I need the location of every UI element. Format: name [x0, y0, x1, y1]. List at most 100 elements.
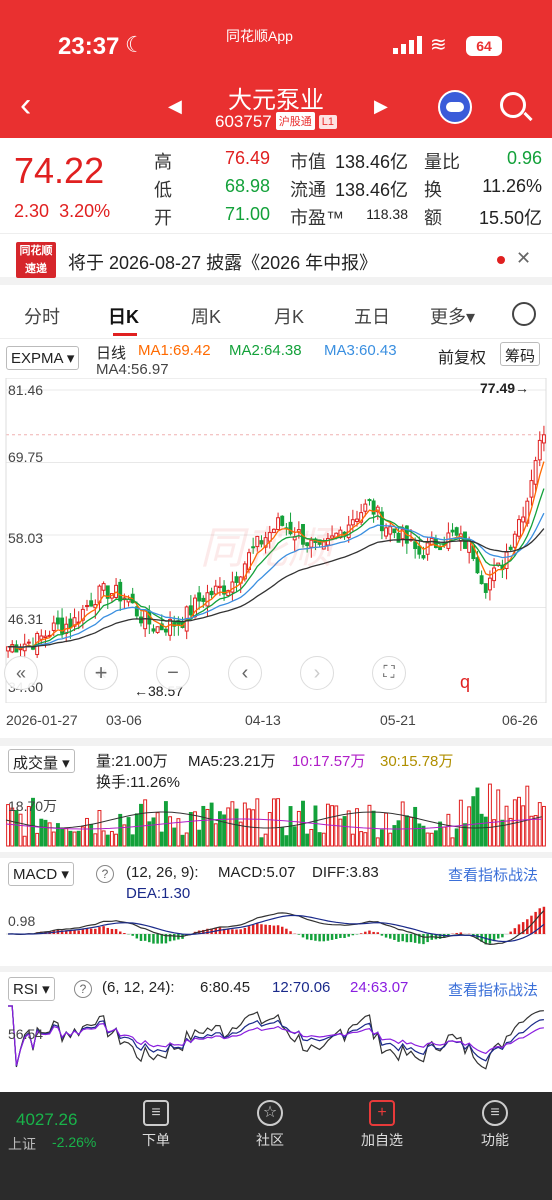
- index-change: -2.26%: [52, 1134, 97, 1150]
- y-label-2: 69.75: [8, 449, 44, 465]
- bottom-toolbar: 4027.26 上证 -2.26% ≡ 下单 ☆ 社区 + 加自选 ≡ 功能: [0, 1092, 552, 1200]
- fullscreen-icon[interactable]: ⛶: [372, 656, 406, 690]
- stock-header: 23:37 ☾ 同花顺App ≋ 64 ‹ ◀ ▶ 大元泵业 603757 沪股通…: [0, 0, 552, 138]
- volume-bar: [180, 834, 185, 847]
- candle-body: [118, 581, 123, 602]
- volume-bar: [338, 818, 343, 847]
- help-icon[interactable]: ?: [96, 865, 114, 883]
- volume-bar: [168, 816, 173, 847]
- candle-body: [363, 503, 368, 512]
- volume-bar: [533, 815, 538, 847]
- settings-icon[interactable]: [512, 302, 536, 326]
- community-button[interactable]: ☆ 社区: [230, 1100, 310, 1150]
- volume-bar: [184, 832, 189, 847]
- tab-daily-k[interactable]: 日K: [108, 303, 139, 329]
- functions-button[interactable]: ≡ 功能: [455, 1100, 535, 1150]
- macd-params: (12, 26, 9):: [126, 864, 199, 881]
- close-icon[interactable]: ✕: [516, 248, 531, 269]
- tab-more[interactable]: 更多▾: [430, 303, 475, 329]
- volume-bar: [209, 802, 214, 847]
- current-price: 74.22: [14, 150, 105, 191]
- candle-body: [213, 585, 218, 595]
- volume-bar: [242, 802, 247, 847]
- volume-bar: [255, 798, 260, 847]
- chips-button[interactable]: 筹码: [500, 342, 541, 366]
- ai-assistant-icon[interactable]: [438, 90, 472, 124]
- volume-bar: [446, 813, 451, 847]
- volume-bar: [47, 822, 52, 847]
- rsi-chart: [8, 1005, 544, 1070]
- volume-bar: [292, 826, 297, 847]
- main-indicator-select[interactable]: EXPMA ▾: [6, 346, 80, 370]
- volume-ma30: 30:15.78万: [380, 753, 454, 770]
- volume-ma5: MA5:23.21万: [188, 753, 276, 770]
- zoom-in-icon[interactable]: +: [84, 656, 118, 690]
- search-icon[interactable]: [500, 92, 526, 118]
- star-icon: ☆: [257, 1100, 283, 1126]
- high-value: 76.49: [224, 148, 270, 168]
- rsi-params: (6, 12, 24):: [102, 979, 175, 996]
- macd-strategy-link[interactable]: 查看指标战法: [448, 864, 538, 885]
- candle-body: [475, 557, 480, 574]
- candle-body: [541, 434, 546, 444]
- max-price-marker: 77.49→: [480, 380, 530, 396]
- candle-body: [168, 618, 173, 636]
- double-chevron-left-icon[interactable]: «: [4, 656, 38, 690]
- volume-bar: [217, 811, 222, 847]
- volume-bar: [60, 827, 65, 847]
- tab-five-day[interactable]: 五日: [354, 303, 390, 329]
- volume-bar: [521, 805, 526, 847]
- volume-bar: [475, 787, 480, 847]
- volume-bar: [22, 835, 27, 847]
- volume-bar: [126, 817, 131, 847]
- amount-label: 额: [424, 208, 442, 228]
- candle-body: [26, 641, 31, 644]
- volume-bar: [541, 805, 546, 847]
- volume-bar: [425, 832, 430, 847]
- candle-body: [384, 527, 389, 537]
- volume-bar: [483, 816, 488, 847]
- tab-monthly-k[interactable]: 月K: [274, 303, 304, 329]
- notice-banner[interactable]: 同花顺 速递 将于 2026-08-27 披露《2026 年中报》 ✕: [0, 233, 552, 285]
- candle-body: [143, 610, 148, 630]
- connect-badge: 沪股通: [275, 112, 315, 130]
- high-label: 高: [154, 152, 172, 172]
- order-button[interactable]: ≡ 下单: [116, 1100, 196, 1150]
- volume-bar: [18, 813, 23, 847]
- ma2-label: MA2:64.38: [229, 342, 302, 359]
- volume-bar: [93, 833, 98, 847]
- volume-bar: [496, 789, 501, 847]
- volume-bar: [159, 831, 164, 847]
- tab-weekly-k[interactable]: 周K: [191, 303, 221, 329]
- rsi-strategy-link[interactable]: 查看指标战法: [448, 979, 538, 1000]
- adjust-mode[interactable]: 前复权: [438, 344, 486, 368]
- volume-bar: [350, 833, 355, 847]
- float-value: 138.46亿: [334, 180, 408, 200]
- chevron-right-icon[interactable]: ›: [300, 656, 334, 690]
- turnover-label: 换: [424, 180, 442, 200]
- zoom-out-icon[interactable]: −: [156, 656, 190, 690]
- candle-body: [421, 555, 426, 559]
- volume-bar: [197, 829, 202, 847]
- help-icon[interactable]: ?: [74, 980, 92, 998]
- tab-intraday[interactable]: 分时: [24, 303, 60, 329]
- ma4-label: MA4:56.97: [96, 361, 169, 378]
- candle-body: [205, 592, 210, 607]
- volume-bar: [458, 799, 463, 847]
- event-marker-icon[interactable]: q: [460, 672, 470, 693]
- status-app-name: 同花顺App: [226, 28, 293, 44]
- rsi-6: 6:80.45: [200, 979, 251, 996]
- volume-bar: [413, 806, 418, 847]
- add-watchlist-button[interactable]: + 加自选: [342, 1100, 422, 1150]
- macd-indicator-select[interactable]: MACD ▾: [8, 862, 74, 886]
- mcap-label: 市值: [290, 152, 326, 172]
- rsi-indicator-select[interactable]: RSI ▾: [8, 977, 55, 1001]
- watermark: 同花顺: [200, 524, 332, 573]
- divider: [0, 966, 552, 972]
- chevron-left-icon[interactable]: ‹: [228, 656, 262, 690]
- volume-bar: [234, 808, 239, 847]
- volume-bar: [55, 823, 60, 847]
- volume-bar: [396, 820, 401, 847]
- volume-bar: [284, 835, 289, 847]
- level-badge: L1: [318, 115, 337, 129]
